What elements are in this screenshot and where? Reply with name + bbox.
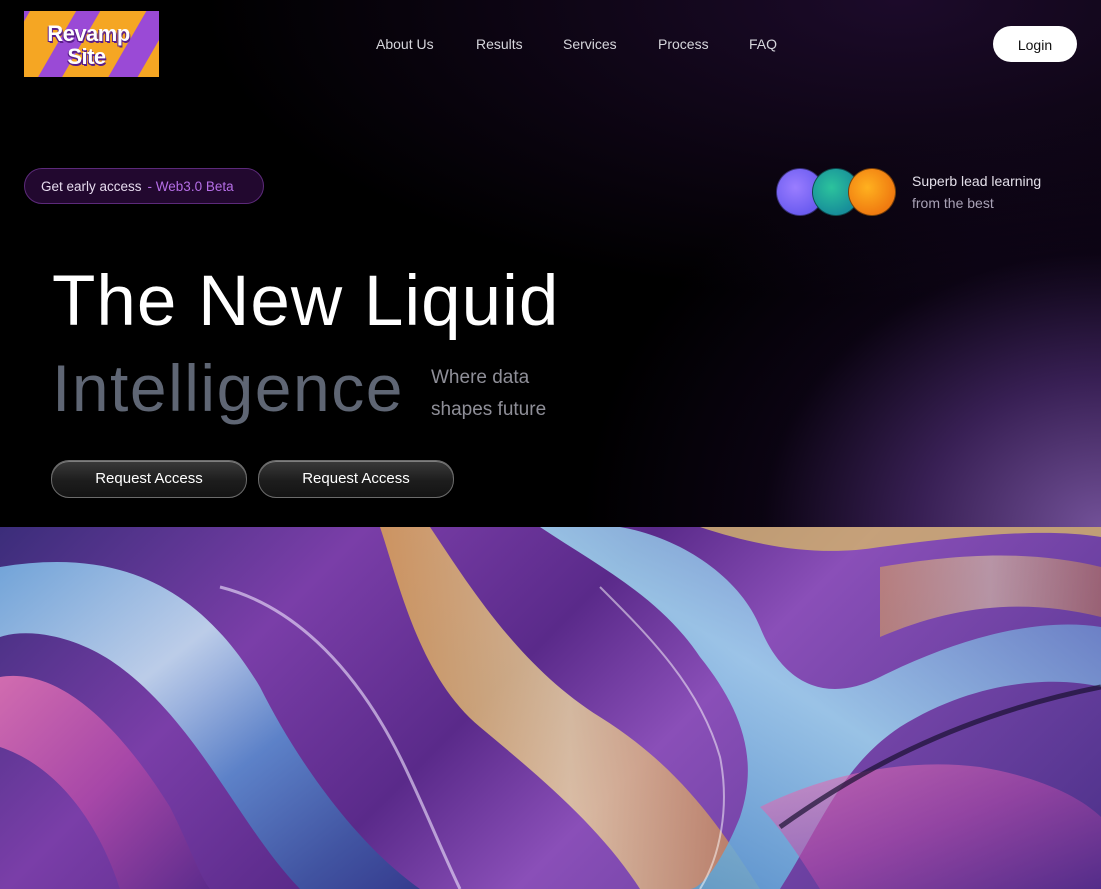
avatar (848, 168, 896, 216)
nav-about-us[interactable]: About Us (376, 36, 434, 52)
avatar-group (776, 168, 896, 216)
request-access-button[interactable]: Request Access (51, 460, 247, 498)
liquid-abstract-image (0, 527, 1101, 889)
social-proof-subtitle: from the best (912, 195, 994, 211)
nav-services[interactable]: Services (563, 36, 617, 52)
tagline-line2: shapes future (431, 399, 547, 420)
hero-title-line1: The New Liquid (52, 262, 560, 341)
social-proof-title: Superb lead learning (912, 173, 1042, 189)
early-access-text: Get early access (41, 179, 142, 194)
logo-text-line1: Revamp (47, 21, 130, 46)
web3-beta-text: - Web3.0 Beta (147, 179, 234, 194)
nav-results[interactable]: Results (476, 36, 523, 52)
nav-faq[interactable]: FAQ (749, 36, 777, 52)
request-access-button-secondary[interactable]: Request Access (258, 460, 454, 498)
hero-section: Revamp Site About Us Results Services Pr… (0, 0, 1101, 527)
hero-title-line2: Intelligence (52, 351, 404, 425)
nav-process[interactable]: Process (658, 36, 709, 52)
liquid-art (0, 527, 1101, 889)
login-button[interactable]: Login (993, 26, 1077, 62)
logo-text-line2: Site (67, 44, 106, 69)
early-access-badge[interactable]: Get early access - Web3.0 Beta (24, 168, 264, 204)
hero-tagline: Where data shapes future (431, 362, 591, 426)
revamp-site-logo[interactable]: Revamp Site (24, 11, 159, 77)
tagline-line1: Where data (431, 367, 530, 388)
